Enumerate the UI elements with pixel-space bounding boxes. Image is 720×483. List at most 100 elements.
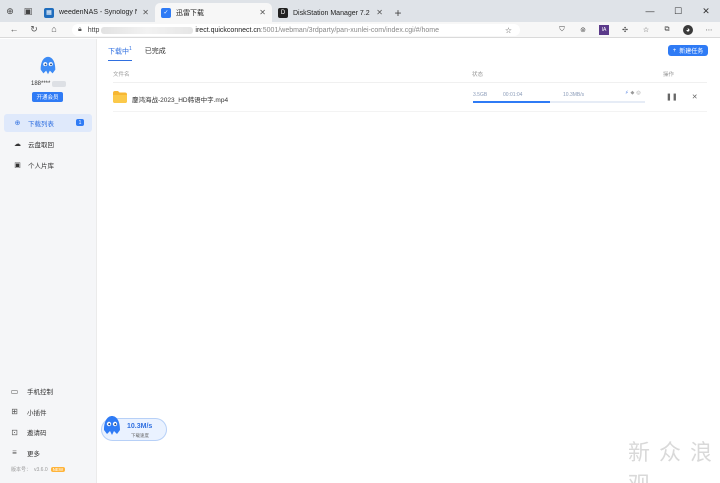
column-header-status: 状态 xyxy=(472,72,484,78)
download-count-badge: 1 xyxy=(76,119,84,126)
sidebar-item-label: 手机控制 xyxy=(27,389,53,397)
tab-downloading[interactable]: 下载中1 xyxy=(108,46,132,62)
speed-label: 下载速度 xyxy=(131,433,149,438)
sidebar-item-label: 小插件 xyxy=(27,409,47,417)
main-content: 下载中1 已完成 + 新建任务 文件名 状态 操作 鏖鸿海战-2023_HD韩语… xyxy=(98,39,720,483)
sidebar-item-phone-control[interactable]: ▭ 手机控制 xyxy=(10,381,92,402)
progress-track xyxy=(473,101,645,103)
address-bar[interactable]: 🔒︎ http irect.quickconnect.cn:5001/webma… xyxy=(72,24,520,36)
tab-xunlei-download[interactable]: ✓ 迅雷下载 ✕ xyxy=(155,3,272,22)
sidebar-item-personal-library[interactable]: ▣ 个人片库 xyxy=(4,156,92,174)
sidebar-item-label: 个人片库 xyxy=(28,163,54,170)
tab-diskstation-manager[interactable]: D DiskStation Manager 7.2 | 群晖... ✕ xyxy=(272,3,389,22)
version-label: 版本号： xyxy=(11,467,32,473)
sidebar-item-cloud-retrieve[interactable]: ☁ 云盘取回 xyxy=(4,135,92,153)
table-header: 文件名 状态 操作 xyxy=(113,70,707,80)
close-tab-icon[interactable]: ✕ xyxy=(142,8,149,17)
new-task-label: 新建任务 xyxy=(679,49,704,55)
cloud-icon: ☁ xyxy=(14,141,21,148)
tab-label: 已完成 xyxy=(144,48,166,55)
translate-extension-icon[interactable]: ⊚ xyxy=(578,25,588,35)
dsm-favicon-icon: D xyxy=(278,7,288,18)
username-text: 188**** xyxy=(31,81,51,87)
sidebar-item-label: 更多 xyxy=(27,450,40,458)
nav-buttons: ← ↻ ⌂ xyxy=(0,24,72,35)
plus-icon: + xyxy=(672,47,677,54)
tab-actions-icon[interactable]: ▣ xyxy=(22,5,34,17)
speed-value: 10.3M/s xyxy=(127,423,153,430)
back-icon[interactable]: ← xyxy=(8,24,20,35)
sidebar-item-plugins[interactable]: ⊞ 小插件 xyxy=(10,402,92,423)
new-tab-button[interactable]: + xyxy=(389,3,407,22)
download-speed: 10.3MB/s xyxy=(563,92,585,98)
close-window-icon[interactable]: ✕ xyxy=(692,0,720,22)
favorite-star-icon[interactable]: ☆ xyxy=(505,26,512,35)
column-header-actions: 操作 xyxy=(663,72,675,78)
more-options-icon[interactable]: ⋯ xyxy=(704,25,714,35)
new-task-button[interactable]: + 新建任务 xyxy=(668,45,708,56)
file-size: 3.5GB xyxy=(473,92,488,98)
favorites-icon[interactable]: ☆ xyxy=(641,25,651,35)
username: 188**** xyxy=(31,81,67,87)
close-tab-icon[interactable]: ✕ xyxy=(259,8,266,17)
open-vip-button[interactable]: 开通会员 xyxy=(32,92,63,102)
collections-icon[interactable]: ⧉ xyxy=(662,25,672,35)
tab-label: 下载中 xyxy=(108,48,129,56)
tab-completed[interactable]: 已完成 xyxy=(145,46,166,61)
browser-toolbar: ← ↻ ⌂ 🔒︎ http irect.quickconnect.cn:5001… xyxy=(0,22,720,38)
more-status-icon[interactable]: ◎ xyxy=(636,90,640,96)
tab-title: DiskStation Manager 7.2 | 群晖... xyxy=(293,9,371,17)
puzzle-extension-icon[interactable]: ✣ xyxy=(620,25,630,35)
lock-icon[interactable]: 🔒︎ xyxy=(78,26,82,34)
minimize-icon[interactable]: — xyxy=(636,0,664,22)
home-icon[interactable]: ⌂ xyxy=(48,24,60,35)
browser-tab-bar: ⊕ ▣ ▦ weedenNAS - Synology NAS ✕ ✓ 迅雷下载 … xyxy=(0,0,720,22)
divider xyxy=(113,82,707,83)
version-number: v3.6.0 xyxy=(34,466,48,473)
window-controls: — ☐ ✕ xyxy=(636,0,720,22)
pause-icon[interactable]: ❚❚ xyxy=(666,93,678,101)
workspaces-icon[interactable]: ⊕ xyxy=(4,5,16,17)
file-name: 鏖鸿海战-2023_HD韩语中字.mp4 xyxy=(132,97,229,104)
sidebar-item-label: 下载列表 xyxy=(28,121,54,128)
divider xyxy=(113,111,707,112)
remaining-time: 00:01:04 xyxy=(503,92,523,98)
column-header-name: 文件名 xyxy=(113,72,130,78)
tab-synology-nas[interactable]: ▦ weedenNAS - Synology NAS ✕ xyxy=(38,3,155,22)
film-icon: ▣ xyxy=(14,162,21,169)
sidebar-menu: ⊕ 下载列表 1 ☁ 云盘取回 ▣ 个人片库 xyxy=(4,114,92,177)
sidebar-item-label: 云盘取回 xyxy=(28,142,54,149)
sidebar-item-more[interactable]: ≡ 更多 xyxy=(10,443,92,464)
maximize-icon[interactable]: ☐ xyxy=(664,0,692,22)
row-actions: ❚❚ ✕ xyxy=(666,93,698,101)
url-host: irect.quickconnect.cn xyxy=(195,26,261,34)
tab-title: weedenNAS - Synology NAS xyxy=(59,9,137,16)
delete-icon[interactable]: ✕ xyxy=(692,93,698,101)
sidebar-item-invite-code[interactable]: ⊡ 邀请码 xyxy=(10,422,92,443)
refresh-icon[interactable]: ↻ xyxy=(28,24,40,35)
username-redacted xyxy=(52,81,67,87)
profile-avatar-icon[interactable]: ◕ xyxy=(683,25,693,35)
invite-icon: ⊡ xyxy=(11,427,18,437)
xunlei-logo-icon xyxy=(40,56,56,75)
row-status-icons: ⚡ ◆ ◎ xyxy=(625,90,641,96)
ia-extension-icon[interactable]: IA xyxy=(599,25,609,35)
table-row[interactable]: 鏖鸿海战-2023_HD韩语中字.mp4 3.5GB 00:01:04 10.3… xyxy=(113,87,707,109)
sidebar-item-download-list[interactable]: ⊕ 下载列表 1 xyxy=(4,114,92,132)
sidebar-bottom-menu: ▭ 手机控制 ⊞ 小插件 ⊡ 邀请码 ≡ 更多 xyxy=(10,381,92,463)
close-tab-icon[interactable]: ✕ xyxy=(376,8,383,17)
url-path: :5001/webman/3rdparty/pan-xunlei-com/ind… xyxy=(260,26,440,34)
diamond-icon[interactable]: ◆ xyxy=(631,90,635,96)
sidebar-item-label: 邀请码 xyxy=(27,430,47,438)
speed-widget[interactable]: 10.3M/s 下载速度 xyxy=(101,416,167,441)
shield-extension-icon[interactable]: ⛉ xyxy=(557,25,567,35)
accelerate-icon[interactable]: ⚡ xyxy=(625,90,629,96)
progress-fill xyxy=(473,101,551,103)
xunlei-favicon-icon: ✓ xyxy=(161,7,171,18)
folder-icon xyxy=(113,91,127,103)
watermark: 新 众 浪 观 xyxy=(628,441,713,483)
grid-icon: ⊞ xyxy=(11,407,18,417)
new-badge: NEW xyxy=(50,467,66,472)
url-prefix: http xyxy=(87,26,100,34)
tab-count: 1 xyxy=(129,46,132,52)
